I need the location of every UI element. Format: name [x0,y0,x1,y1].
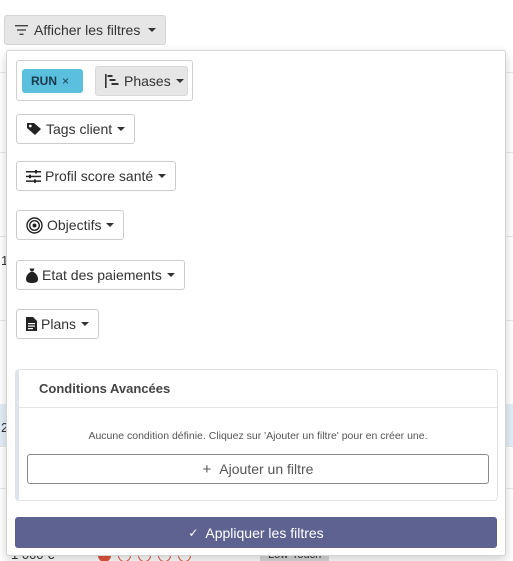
phase-badge-run[interactable]: RUN × [22,69,83,93]
health-score-profile-button[interactable]: Profil score santé [16,161,177,191]
money-bag-icon [26,268,38,283]
advanced-conditions-title: Conditions Avancées [39,381,171,396]
advanced-conditions-section: Conditions Avancées Aucune condition déf… [15,369,498,501]
phases-icon [105,74,119,88]
check-icon: ✓ [188,525,199,540]
target-icon [26,216,43,234]
apply-filters-button[interactable]: ✓ Appliquer les filtres [15,517,497,548]
phase-badge-label: RUN [31,74,57,88]
phases-label: Phases [124,73,171,89]
no-conditions-message: Aucune condition définie. Cliquez sur 'A… [88,430,428,442]
chevron-down-icon [158,174,167,178]
filter-lines-icon [15,25,28,35]
objectives-button[interactable]: Objectifs [16,210,125,240]
section-divider [19,407,497,408]
plans-label: Plans [41,316,77,332]
show-filters-button[interactable]: Afficher les filtres [4,15,166,45]
tag-icon [27,123,41,135]
payment-status-label: Etat des paiements [42,267,162,283]
plans-button[interactable]: Plans [16,309,100,339]
tags-client-label: Tags client [46,121,113,137]
show-filters-label: Afficher les filtres [34,22,141,38]
health-score-profile-label: Profil score santé [45,168,154,184]
objectives-label: Objectifs [47,217,102,233]
tags-client-button[interactable]: Tags client [16,114,136,144]
chevron-down-icon [106,223,115,227]
plus-icon: + [202,460,212,478]
chevron-down-icon [81,322,90,326]
chevron-down-icon [117,127,126,131]
document-icon [26,317,37,331]
chevron-down-icon [175,79,184,83]
chevron-down-icon [148,28,157,32]
add-filter-label: Ajouter un filtre [219,461,314,477]
phase-filter-group: RUN × Phases [16,60,193,101]
payment-status-button[interactable]: Etat des paiements [16,260,185,290]
remove-phase-icon[interactable]: × [62,74,69,88]
phases-dropdown-button[interactable]: Phases [95,66,188,96]
filters-panel: RUN × Phases Tags client Profil score sa… [6,50,506,556]
chevron-down-icon [166,273,175,277]
add-filter-button[interactable]: + Ajouter un filtre [27,454,489,484]
apply-filters-label: Appliquer les filtres [205,524,324,541]
sliders-icon [26,169,41,183]
